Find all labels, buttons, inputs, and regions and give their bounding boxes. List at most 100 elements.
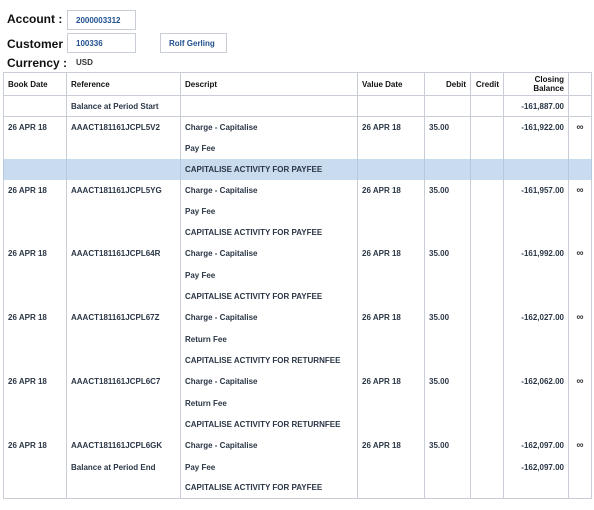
description: Charge - Capitalise [180, 306, 358, 329]
value-date: 26 APR 18 [357, 179, 425, 201]
table-row-narrative: CAPITALISE ACTIVITY FOR RETURNFEE [3, 349, 592, 371]
reference[interactable]: AAACT181161JCPL64R [66, 242, 181, 265]
col-action [568, 72, 592, 96]
debit: 35.00 [424, 179, 471, 201]
credit [470, 306, 504, 329]
period-start-balance: -161,887.00 [503, 95, 569, 117]
table-row[interactable]: 26 APR 18 AAACT181161JCPL5YG Charge - Ca… [3, 179, 592, 201]
debit: 35.00 [424, 242, 471, 265]
description: Charge - Capitalise [180, 116, 358, 138]
account-number-field[interactable]: 2000003312 [67, 10, 136, 30]
col-closing-balance[interactable]: Closing Balance [503, 72, 569, 96]
table-row-detail: Return Fee [3, 328, 592, 350]
col-reference[interactable]: Reference [66, 72, 181, 96]
col-debit[interactable]: Debit [424, 72, 471, 96]
narrative: CAPITALISE ACTIVITY FOR PAYFEE [180, 221, 358, 243]
customer-name-field[interactable]: Rolf Gerling [160, 33, 227, 53]
fee-type: Pay Fee [180, 200, 358, 222]
table-row[interactable]: 26 APR 18 AAACT181161JCPL5V2 Charge - Ca… [3, 116, 592, 138]
period-start-label: Balance at Period Start [66, 95, 181, 117]
col-descript[interactable]: Descript [180, 72, 358, 96]
fee-type: Return Fee [180, 328, 358, 350]
book-date: 26 APR 18 [3, 179, 67, 201]
value-date: 26 APR 18 [357, 434, 425, 457]
debit: 35.00 [424, 116, 471, 138]
value-date: 26 APR 18 [357, 370, 425, 393]
table-row-narrative: CAPITALISE ACTIVITY FOR RETURNFEE [3, 413, 592, 435]
table-row[interactable]: 26 APR 18 AAACT181161JCPL6C7 Charge - Ca… [3, 370, 592, 393]
table-row-detail: Pay Fee [3, 137, 592, 159]
reference[interactable]: AAACT181161JCPL5V2 [66, 116, 181, 138]
chain-link-icon[interactable]: ∞ [576, 440, 583, 451]
description: Charge - Capitalise [180, 242, 358, 265]
credit [470, 370, 504, 393]
period-end-balance: -162,097.00 [503, 456, 569, 478]
description: Charge - Capitalise [180, 434, 358, 457]
table-row[interactable]: 26 APR 18 AAACT181161JCPL6GK Charge - Ca… [3, 434, 592, 457]
description: Charge - Capitalise [180, 179, 358, 201]
chain-link-icon[interactable]: ∞ [576, 122, 583, 133]
debit: 35.00 [424, 370, 471, 393]
closing-balance: -161,957.00 [503, 179, 569, 201]
currency-label: Currency : [7, 56, 68, 70]
closing-balance: -162,097.00 [503, 434, 569, 457]
debit: 35.00 [424, 306, 471, 329]
book-date: 26 APR 18 [3, 370, 67, 393]
closing-balance: -161,992.00 [503, 242, 569, 265]
table-row-narrative: CAPITALISE ACTIVITY FOR PAYFEE [3, 221, 592, 243]
credit [470, 434, 504, 457]
col-value-date[interactable]: Value Date [357, 72, 425, 96]
value-date: 26 APR 18 [357, 116, 425, 138]
description: Charge - Capitalise [180, 370, 358, 393]
narrative: CAPITALISE ACTIVITY FOR RETURNFEE [180, 413, 358, 435]
value-date: 26 APR 18 [357, 306, 425, 329]
debit: 35.00 [424, 434, 471, 457]
table-row-narrative: CAPITALISE ACTIVITY FOR PAYFEE [3, 477, 592, 499]
narrative: CAPITALISE ACTIVITY FOR PAYFEE [180, 285, 358, 307]
table-row-detail: Pay Fee [3, 264, 592, 286]
table-row-detail: Pay Fee [3, 200, 592, 222]
reference[interactable]: AAACT181161JCPL6GK [66, 434, 181, 457]
table-header-row: Book Date Reference Descript Value Date … [3, 72, 592, 96]
closing-balance: -162,062.00 [503, 370, 569, 393]
fee-type: Pay Fee [180, 456, 358, 478]
account-label: Account : [7, 12, 63, 26]
book-date: 26 APR 18 [3, 116, 67, 138]
closing-balance: -161,922.00 [503, 116, 569, 138]
period-start-row: Balance at Period Start -161,887.00 [3, 95, 592, 117]
credit [470, 179, 504, 201]
table-row[interactable]: 26 APR 18 AAACT181161JCPL64R Charge - Ca… [3, 242, 592, 265]
period-end-label: Balance at Period End [66, 456, 181, 478]
reference[interactable]: AAACT181161JCPL5YG [66, 179, 181, 201]
chain-link-icon[interactable]: ∞ [576, 248, 583, 259]
chain-link-icon[interactable]: ∞ [576, 376, 583, 387]
fee-type: Return Fee [180, 392, 358, 414]
fee-type: Pay Fee [180, 264, 358, 286]
table-row-narrative[interactable]: CAPITALISE ACTIVITY FOR PAYFEE [3, 158, 592, 180]
credit [470, 242, 504, 265]
table-row-detail: Return Fee [3, 392, 592, 414]
book-date: 26 APR 18 [3, 306, 67, 329]
chain-link-icon[interactable]: ∞ [576, 312, 583, 323]
col-book-date[interactable]: Book Date [3, 72, 67, 96]
credit [470, 116, 504, 138]
chain-link-icon[interactable]: ∞ [576, 185, 583, 196]
table-row[interactable]: 26 APR 18 AAACT181161JCPL67Z Charge - Ca… [3, 306, 592, 329]
period-end-row: Balance at Period End Pay Fee -162,097.0… [3, 456, 592, 478]
book-date: 26 APR 18 [3, 434, 67, 457]
reference[interactable]: AAACT181161JCPL67Z [66, 306, 181, 329]
customer-label: Customer : [7, 37, 71, 51]
book-date: 26 APR 18 [3, 242, 67, 265]
fee-type: Pay Fee [180, 137, 358, 159]
reference[interactable]: AAACT181161JCPL6C7 [66, 370, 181, 393]
currency-value: USD [76, 58, 93, 67]
narrative: CAPITALISE ACTIVITY FOR RETURNFEE [180, 349, 358, 371]
narrative: CAPITALISE ACTIVITY FOR PAYFEE [180, 477, 358, 499]
customer-id-field[interactable]: 100336 [67, 33, 136, 53]
account-header: Account : 2000003312 Customer : 100336 R… [0, 0, 594, 70]
closing-balance: -162,027.00 [503, 306, 569, 329]
value-date: 26 APR 18 [357, 242, 425, 265]
table-row-narrative: CAPITALISE ACTIVITY FOR PAYFEE [3, 285, 592, 307]
statement-table: Book Date Reference Descript Value Date … [3, 72, 592, 499]
col-credit[interactable]: Credit [470, 72, 504, 96]
